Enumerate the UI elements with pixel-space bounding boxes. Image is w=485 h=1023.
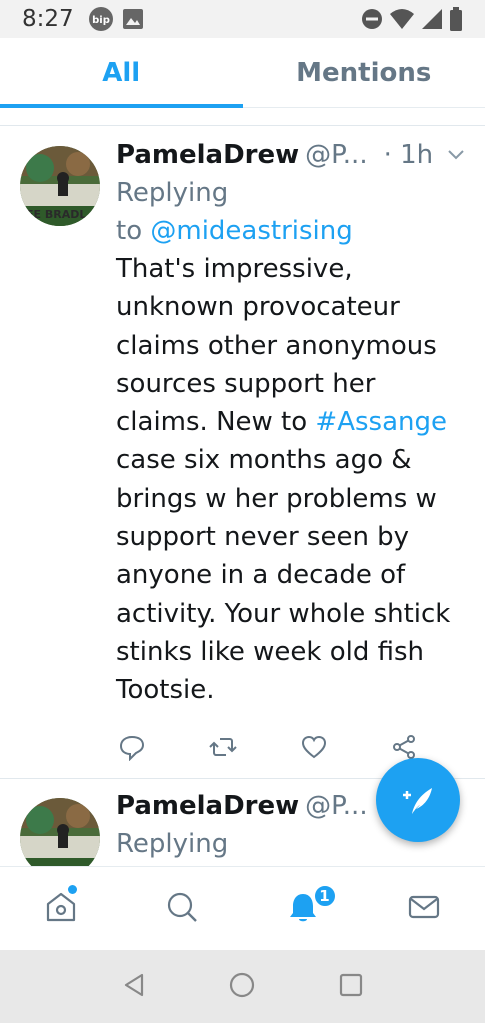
svg-text:EE BRADL: EE BRADL bbox=[26, 208, 86, 221]
nav-home[interactable] bbox=[0, 867, 121, 950]
retweet-icon[interactable] bbox=[208, 733, 238, 765]
hashtag-link[interactable]: #Assange bbox=[315, 407, 447, 437]
tweet-actions bbox=[118, 734, 418, 764]
author-name[interactable]: PamelaDrew bbox=[116, 791, 299, 821]
nav-messages[interactable] bbox=[364, 867, 485, 950]
avatar[interactable]: EE BRADL bbox=[20, 146, 100, 226]
bottom-navigation: 1 bbox=[0, 866, 485, 950]
tweet-header: PamelaDrew @P... · 1h bbox=[116, 140, 466, 174]
back-icon[interactable] bbox=[120, 971, 148, 1003]
nav-notifications[interactable]: 1 bbox=[243, 867, 364, 950]
image-notification-icon bbox=[122, 8, 144, 30]
mail-icon bbox=[407, 890, 441, 928]
bip-notification-icon: bip bbox=[88, 6, 114, 32]
tweet-text: That's impressive, unknown provocateur c… bbox=[116, 254, 451, 706]
do-not-disturb-icon bbox=[361, 8, 383, 30]
nav-search[interactable] bbox=[121, 867, 242, 950]
avatar[interactable] bbox=[20, 798, 100, 866]
svg-text:bip: bip bbox=[92, 15, 110, 26]
author-handle[interactable]: @P... bbox=[305, 791, 367, 821]
battery-icon bbox=[449, 7, 463, 31]
tab-mentions[interactable]: Mentions bbox=[243, 38, 485, 107]
author-handle[interactable]: @P... bbox=[305, 140, 367, 170]
search-icon bbox=[165, 890, 199, 928]
author-name[interactable]: PamelaDrew bbox=[116, 140, 299, 170]
like-icon[interactable] bbox=[300, 733, 328, 765]
status-bar: 8:27 bip bbox=[0, 0, 485, 38]
compose-feather-icon bbox=[403, 788, 432, 814]
compose-tweet-button[interactable] bbox=[376, 758, 460, 842]
home-circle-icon[interactable] bbox=[228, 971, 256, 1003]
chevron-down-icon[interactable] bbox=[446, 144, 466, 168]
tab-all[interactable]: All bbox=[0, 38, 243, 108]
notifications-badge: 1 bbox=[312, 884, 337, 908]
new-content-dot bbox=[68, 885, 77, 894]
replying-mention-link[interactable]: @mideastrising bbox=[150, 216, 352, 246]
tweet[interactable]: EE BRADL PamelaDrew @P... · 1h Replying … bbox=[0, 126, 485, 778]
reply-icon[interactable] bbox=[118, 733, 146, 765]
notifications-tabs: All Mentions bbox=[0, 38, 485, 108]
status-time: 8:27 bbox=[22, 6, 74, 32]
wifi-icon bbox=[389, 8, 415, 30]
tweet-time: · 1h bbox=[383, 140, 434, 170]
signal-icon bbox=[421, 8, 443, 30]
replying-to: Replying to @mideastrising bbox=[116, 178, 353, 246]
home-icon bbox=[44, 890, 78, 928]
recents-icon[interactable] bbox=[337, 971, 365, 1003]
system-navigation-bar bbox=[0, 950, 485, 1023]
